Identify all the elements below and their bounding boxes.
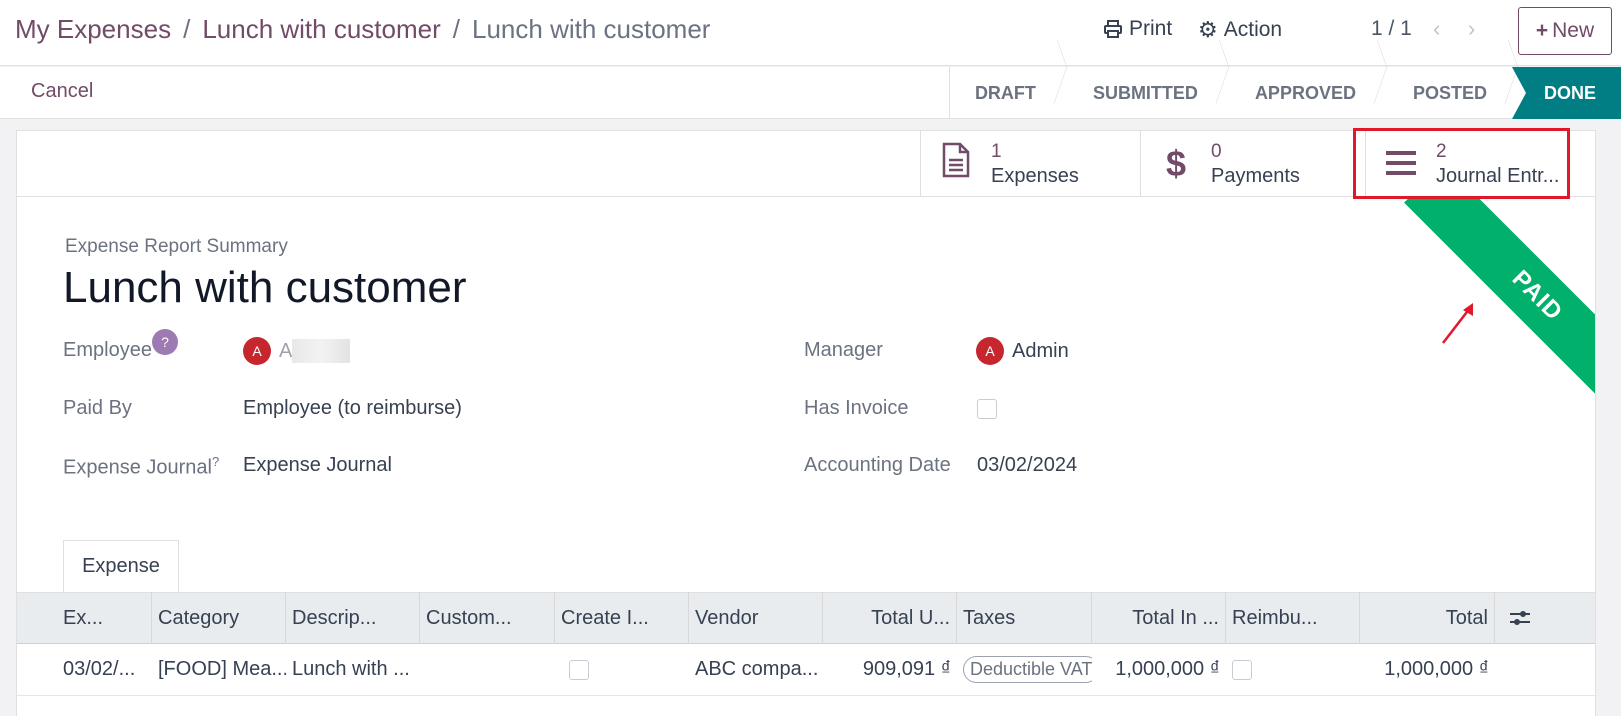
gear-icon: ⚙ — [1198, 17, 1218, 42]
column-header-customer[interactable]: Custom... — [420, 592, 555, 644]
redacted-name — [292, 339, 351, 363]
annotation-arrow — [1442, 303, 1473, 344]
expense-journal-label: Expense Journal? — [63, 454, 219, 480]
column-header-category[interactable]: Category — [152, 592, 286, 644]
sliders-icon — [1510, 611, 1530, 625]
ribbon-label: PAID — [1404, 198, 1595, 408]
cell-date[interactable]: 03/02/... — [17, 644, 152, 696]
employee-value: A — [279, 339, 293, 362]
document-icon — [921, 142, 991, 187]
paid-by-label: Paid By — [63, 397, 132, 419]
plus-icon: + — [1535, 19, 1549, 42]
breadcrumb-current: Lunch with customer — [472, 14, 711, 44]
table-header: Ex... Category Descrip... Custom... Crea… — [17, 592, 1595, 644]
pager-next-icon[interactable]: › — [1468, 16, 1475, 42]
cell-taxes[interactable]: Deductible VAT — [957, 644, 1092, 696]
stage-approved[interactable]: APPROVED — [1223, 67, 1381, 119]
print-label: Print — [1129, 17, 1173, 40]
column-header-date[interactable]: Ex... — [17, 592, 152, 644]
cell-category[interactable]: [FOOD] Mea... — [152, 644, 286, 696]
cell-vendor[interactable]: ABC compa... — [689, 644, 823, 696]
column-header-total-untaxed[interactable]: Total U... — [823, 592, 957, 644]
stage-posted[interactable]: POSTED — [1381, 67, 1512, 119]
help-icon[interactable]: ? — [212, 454, 219, 469]
action-label: Action — [1223, 18, 1283, 41]
cell-total-untaxed[interactable]: 909,091 ₫ — [823, 644, 957, 696]
stage-submitted[interactable]: SUBMITTED — [1061, 67, 1223, 119]
stage-pipeline: DRAFT SUBMITTED APPROVED POSTED DONE — [948, 67, 1621, 119]
accounting-date-field[interactable]: 03/02/2024 — [977, 454, 1077, 477]
manager-value: Admin — [1012, 339, 1069, 362]
breadcrumb: My Expenses / Lunch with customer / Lunc… — [15, 14, 710, 45]
expense-journal-label-text: Expense Journal — [63, 456, 212, 479]
help-icon[interactable]: ? — [152, 329, 178, 355]
employee-label: Employee — [63, 339, 152, 361]
has-invoice-checkbox[interactable] — [977, 399, 997, 419]
form-sheet: 1 Expenses $ 0 Payments 2 Journal Entr..… — [16, 130, 1596, 716]
pager-value[interactable]: 1 / 1 — [1371, 17, 1412, 41]
expenses-label: Expenses — [991, 165, 1079, 187]
payments-smart-button[interactable]: $ 0 Payments — [1140, 131, 1365, 197]
paid-ribbon: PAID — [1387, 198, 1595, 408]
cell-total[interactable]: 1,000,000 ₫ — [1360, 644, 1495, 696]
print-button[interactable]: Print — [1103, 17, 1172, 41]
printer-icon — [1104, 20, 1122, 38]
optional-columns-button[interactable] — [1495, 592, 1545, 644]
has-invoice-label: Has Invoice — [804, 397, 909, 419]
column-header-description[interactable]: Descrip... — [286, 592, 420, 644]
tax-tag: Deductible VAT — [963, 656, 1092, 683]
manager-label: Manager — [804, 339, 883, 361]
manager-field[interactable]: A Admin — [976, 337, 1069, 365]
reimbursed-checkbox[interactable] — [1232, 659, 1252, 680]
highlight-box — [1353, 128, 1570, 199]
status-bar: Cancel DRAFT SUBMITTED APPROVED POSTED D… — [0, 67, 1621, 119]
accounting-date-label: Accounting Date — [804, 454, 951, 476]
breadcrumb-report[interactable]: Lunch with customer — [202, 14, 440, 45]
breadcrumb-my-expenses[interactable]: My Expenses — [15, 14, 171, 45]
create-invoice-checkbox[interactable] — [569, 659, 589, 680]
stage-done[interactable]: DONE — [1511, 67, 1621, 119]
new-label: New — [1552, 19, 1595, 42]
cell-customer[interactable] — [420, 644, 555, 696]
avatar: A — [243, 337, 271, 365]
expenses-smart-button[interactable]: 1 Expenses — [920, 131, 1140, 197]
table-row[interactable]: 03/02/... [FOOD] Mea... Lunch with ... A… — [17, 644, 1595, 696]
tab-expense[interactable]: Expense — [63, 540, 179, 592]
payments-count: 0 — [1211, 141, 1222, 162]
stage-draft[interactable]: DRAFT — [948, 67, 1061, 119]
employee-field[interactable]: A A — [243, 337, 351, 365]
expense-lines-table: Ex... Category Descrip... Custom... Crea… — [17, 592, 1595, 696]
cancel-button[interactable]: Cancel — [31, 80, 93, 103]
cell-spacer — [1495, 644, 1545, 696]
breadcrumb-separator: / — [452, 14, 460, 44]
breadcrumb-separator: / — [183, 14, 191, 44]
cell-reimbursed[interactable] — [1226, 644, 1360, 696]
cell-description[interactable]: Lunch with ... — [286, 644, 420, 696]
column-header-taxes[interactable]: Taxes — [957, 592, 1092, 644]
cell-create-invoice[interactable] — [555, 644, 689, 696]
column-header-total[interactable]: Total — [1360, 592, 1495, 644]
column-header-total-incl[interactable]: Total In ... — [1092, 592, 1226, 644]
column-header-reimbursed[interactable]: Reimbu... — [1226, 592, 1360, 644]
paid-by-field[interactable]: Employee (to reimburse) — [243, 397, 462, 420]
action-button[interactable]: ⚙ Action — [1198, 17, 1282, 43]
new-button[interactable]: + New — [1518, 7, 1612, 55]
dollar-icon: $ — [1165, 143, 1187, 184]
column-header-vendor[interactable]: Vendor — [689, 592, 823, 644]
column-header-create-invoice[interactable]: Create I... — [555, 592, 689, 644]
page-title[interactable]: Lunch with customer — [63, 263, 467, 313]
cell-total-incl[interactable]: 1,000,000 ₫ — [1092, 644, 1226, 696]
payments-label: Payments — [1211, 165, 1300, 187]
avatar: A — [976, 337, 1004, 365]
expense-journal-field[interactable]: Expense Journal — [243, 454, 392, 477]
expenses-count: 1 — [991, 141, 1002, 162]
summary-label: Expense Report Summary — [65, 236, 288, 257]
pager-previous-icon[interactable]: ‹ — [1433, 16, 1440, 42]
